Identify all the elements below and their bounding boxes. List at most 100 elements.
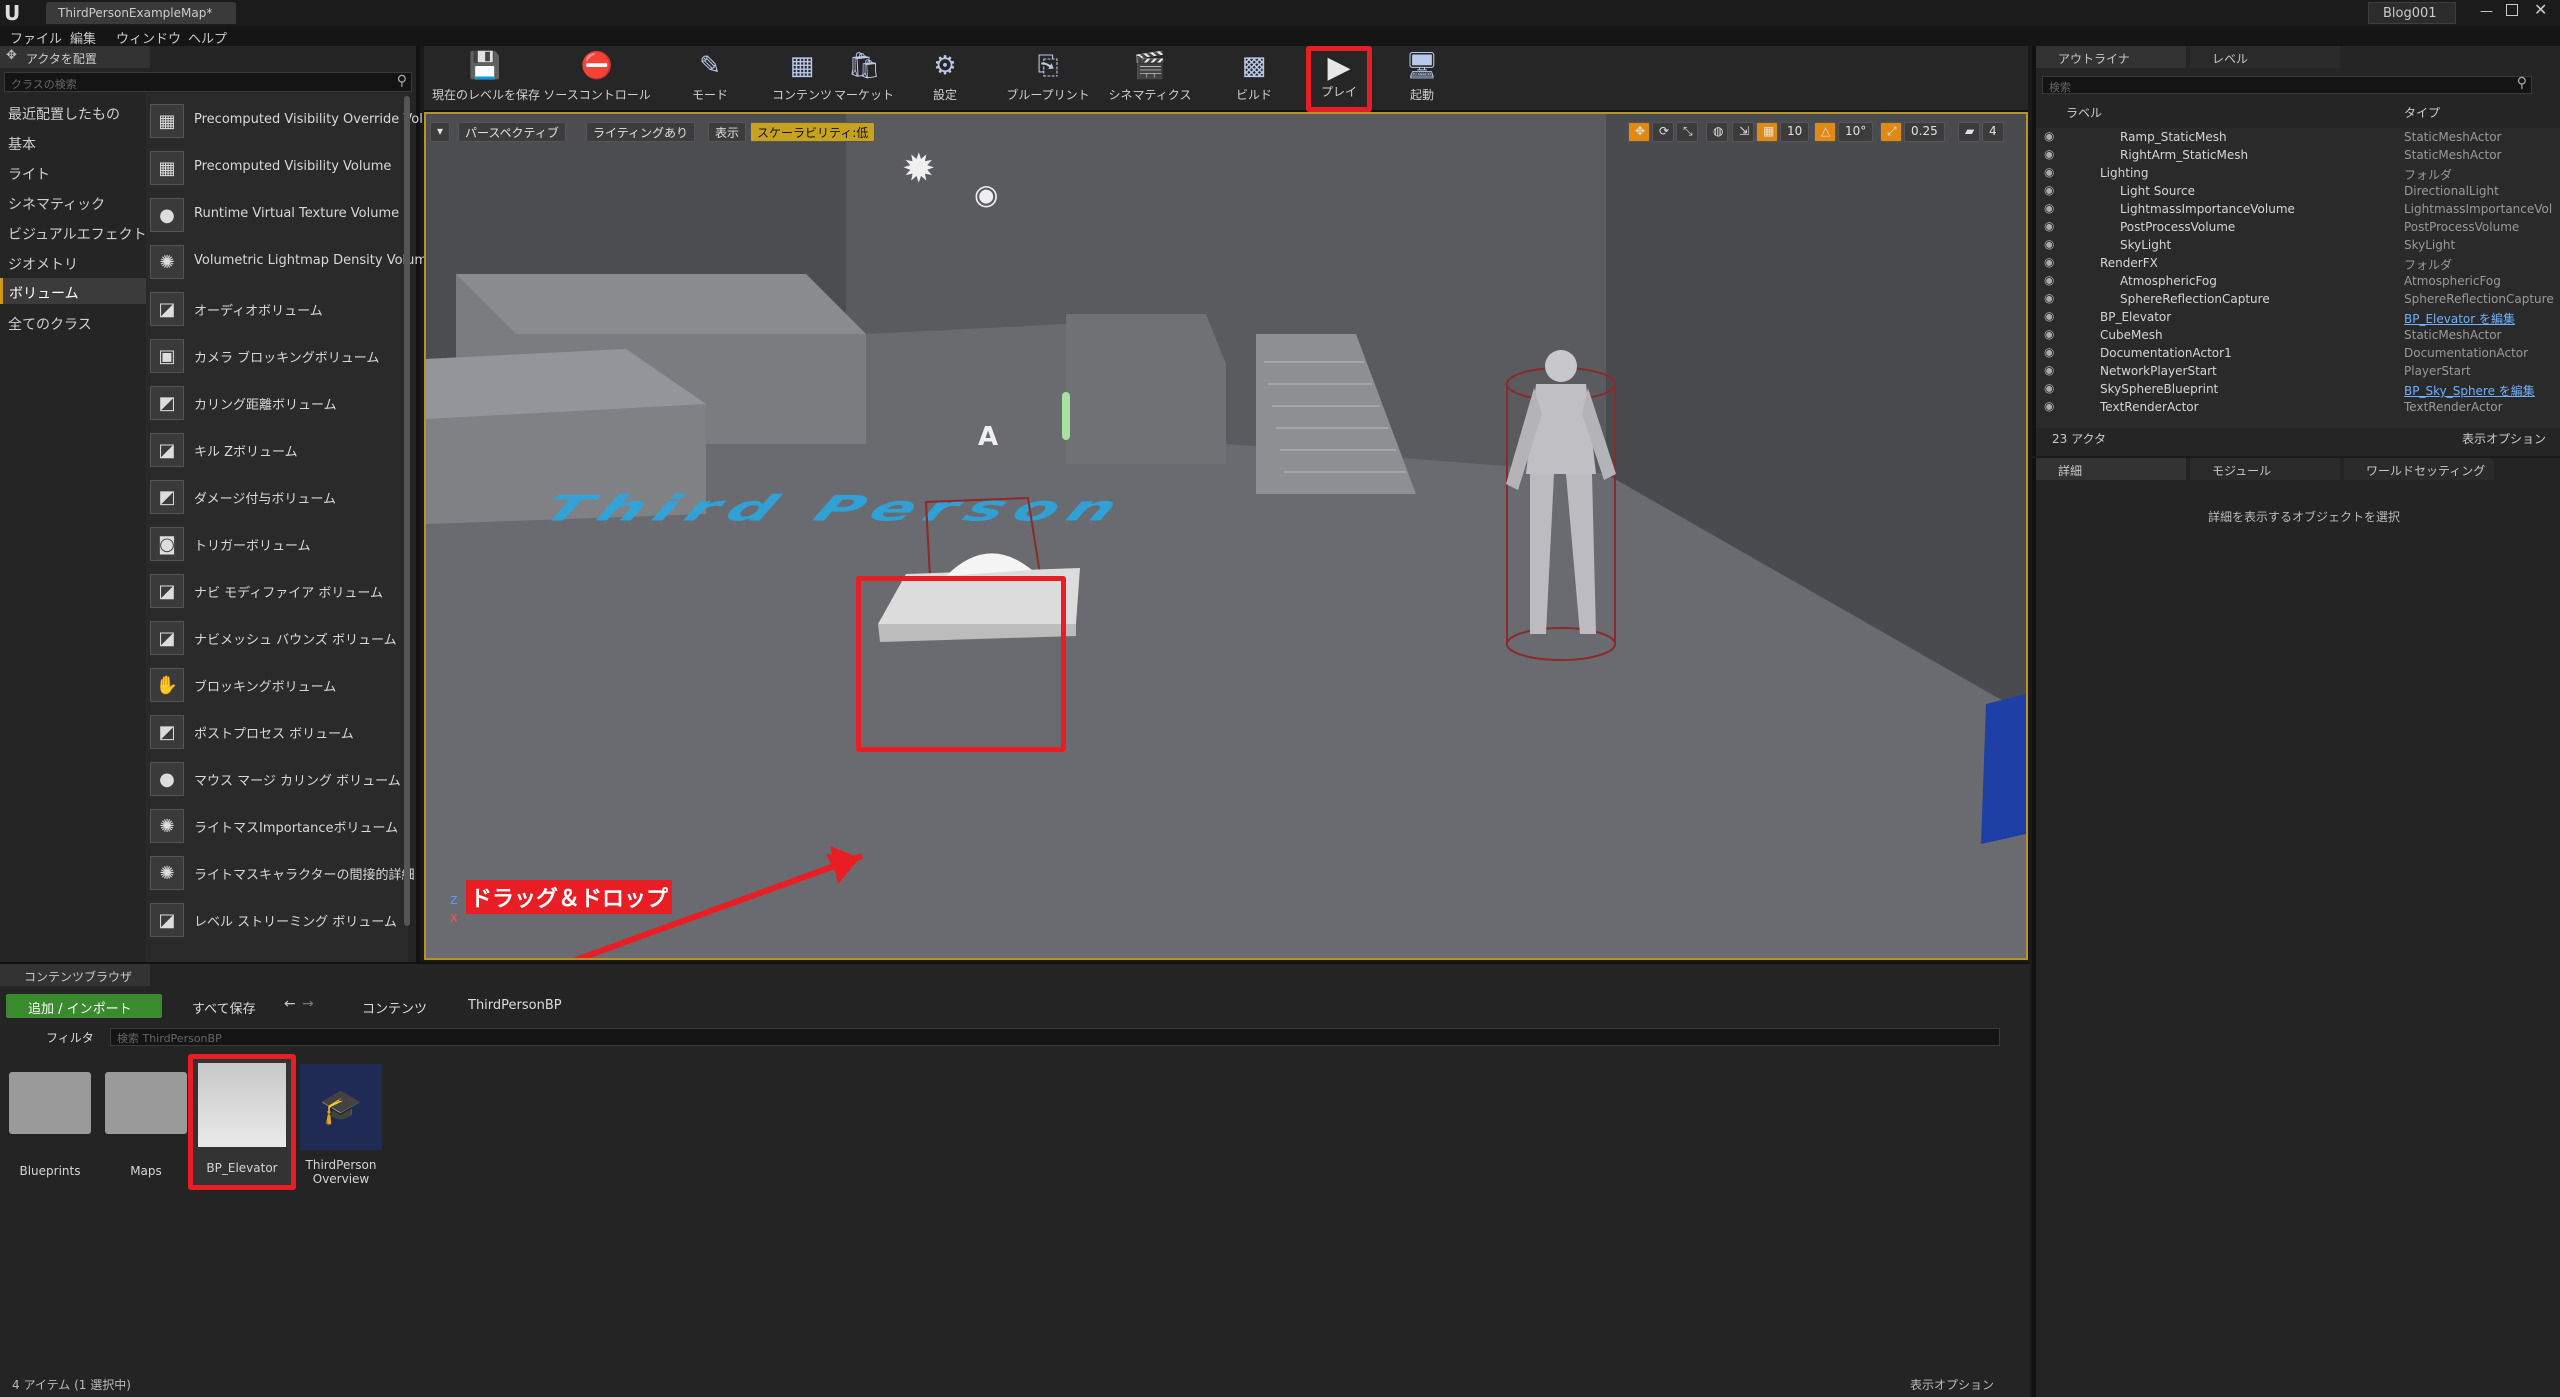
outliner-row[interactable]: ◉ RightArm_StaticMesh StaticMeshActor xyxy=(2036,146,2560,164)
list-item[interactable]: ● マウス マージ カリング ボリューム xyxy=(150,756,401,802)
scale-snap-value[interactable]: 0.25 xyxy=(1904,122,1945,142)
camera-speed-value[interactable]: 4 xyxy=(1982,122,2004,142)
viewport-menu-button[interactable]: ▾ xyxy=(430,122,450,142)
visibility-eye-icon[interactable]: ◉ xyxy=(2044,327,2054,341)
path-root[interactable]: コンテンツ xyxy=(362,998,427,1017)
visibility-eye-icon[interactable]: ◉ xyxy=(2044,345,2054,359)
scalability-warning[interactable]: スケーラビリティ:低 xyxy=(750,122,876,142)
category-visual-effects[interactable]: ビジュアルエフェクト xyxy=(8,224,147,244)
perspective-button[interactable]: パースペクティブ xyxy=(458,122,566,142)
visibility-eye-icon[interactable]: ◉ xyxy=(2044,381,2054,395)
visibility-eye-icon[interactable]: ◉ xyxy=(2044,129,2054,143)
list-item[interactable]: ◩ ポストプロセス ボリューム xyxy=(150,709,400,755)
outliner-row[interactable]: ◉ SphereReflectionCapture SphereReflection… xyxy=(2036,290,2560,308)
category-lights[interactable]: ライト xyxy=(8,164,50,184)
visibility-eye-icon[interactable]: ◉ xyxy=(2044,273,2054,287)
outliner-row[interactable]: ◉ Light Source DirectionalLight xyxy=(2036,182,2560,200)
outliner-view-options[interactable]: 表示オプション xyxy=(2462,430,2546,447)
outliner-tab[interactable]: アウトライナ xyxy=(2036,46,2186,68)
world-settings-tab[interactable]: ワールドセッティング xyxy=(2344,458,2494,480)
class-search-input[interactable]: クラスの検索 ⚲ xyxy=(4,72,412,92)
list-item[interactable]: ▣ カメラ ブロッキングボリューム xyxy=(150,333,400,379)
modes-tab[interactable]: モジュール xyxy=(2190,458,2340,480)
outliner-row[interactable]: ◉ NetworkPlayerStart PlayerStart xyxy=(2036,362,2560,380)
maximize-button[interactable] xyxy=(2506,4,2518,16)
minimize-button[interactable]: — xyxy=(2480,4,2494,19)
list-item[interactable]: ▦ Precomputed Visibility Override Vol xyxy=(150,98,423,144)
launch-button[interactable]: 🖥 起動 xyxy=(1392,50,1452,108)
grid-snap-value[interactable]: 10 xyxy=(1780,122,1810,142)
build-button[interactable]: ▩ ビルド xyxy=(1224,50,1284,108)
visibility-eye-icon[interactable]: ◉ xyxy=(2044,255,2054,269)
category-basic[interactable]: 基本 xyxy=(8,134,36,154)
rotate-tool-icon[interactable]: ⟳ xyxy=(1652,122,1674,142)
play-button[interactable]: ▶ プレイ xyxy=(1306,46,1372,112)
lighting-button[interactable]: ライティングあり xyxy=(586,122,696,142)
list-item[interactable]: ● Runtime Virtual Texture Volume xyxy=(150,192,400,238)
asset-blueprints-folder[interactable]: Blueprints xyxy=(8,1060,92,1190)
col-label-header[interactable]: ラベル xyxy=(2066,104,2102,121)
outliner-row[interactable]: ◉ RenderFX フォルダ xyxy=(2036,254,2560,272)
list-item[interactable]: ◪ ナビ モディファイア ボリューム xyxy=(150,568,400,614)
content-search-input[interactable]: 検索 ThirdPersonBP xyxy=(110,1028,2000,1046)
outliner-row[interactable]: ◉ Ramp_StaticMesh StaticMeshActor xyxy=(2036,128,2560,146)
visibility-eye-icon[interactable]: ◉ xyxy=(2044,165,2054,179)
list-item[interactable]: ✺ ライトマスキャラクターの間接的詳細 xyxy=(150,850,414,896)
menu-edit[interactable]: 編集 xyxy=(70,28,96,47)
level-viewport[interactable]: Third Person ✹ ◉ A ドラッグ＆ドロップ Z X ▾ パースペク… xyxy=(424,112,2028,960)
outliner-row[interactable]: ◉ Lighting フォルダ xyxy=(2036,164,2560,182)
forward-arrow-icon[interactable]: → xyxy=(302,996,314,1012)
list-item[interactable]: ◩ ダメージ付与ボリューム xyxy=(150,474,400,520)
outliner-row-type[interactable]: BP_Sky_Sphere を編集 xyxy=(2404,382,2535,399)
asset-maps-folder[interactable]: Maps xyxy=(104,1060,188,1190)
category-all-classes[interactable]: 全てのクラス xyxy=(8,314,92,334)
outliner-row[interactable]: ◉ CubeMesh StaticMeshActor xyxy=(2036,326,2560,344)
save-all-button[interactable]: すべて保存 xyxy=(170,994,266,1018)
content-view-options[interactable]: 表示オプション xyxy=(1910,1376,1994,1393)
outliner-row[interactable]: ◉ SkyLight SkyLight xyxy=(2036,236,2560,254)
list-scrollbar[interactable] xyxy=(404,96,410,926)
rotation-snap-value[interactable]: 10° xyxy=(1838,122,1874,142)
levels-tab[interactable]: レベル xyxy=(2190,46,2340,68)
menu-window[interactable]: ウィンドウ xyxy=(116,28,181,47)
level-tab[interactable]: ThirdPersonExampleMap* xyxy=(46,2,236,24)
source-control-button[interactable]: ⛔ ソースコントロール xyxy=(542,50,652,108)
list-item[interactable]: ◪ キル Zボリューム xyxy=(150,427,400,473)
menu-help[interactable]: ヘルプ xyxy=(188,28,227,47)
list-item[interactable]: ✺ Volumetric Lightmap Density Volum xyxy=(150,239,427,285)
visibility-eye-icon[interactable]: ◉ xyxy=(2044,237,2054,251)
outliner-row[interactable]: ◉ PostProcessVolume PostProcessVolume xyxy=(2036,218,2560,236)
list-item[interactable]: ▦ Precomputed Visibility Volume xyxy=(150,145,400,191)
visibility-eye-icon[interactable]: ◉ xyxy=(2044,309,2054,323)
menu-file[interactable]: ファイル xyxy=(10,28,62,47)
list-item[interactable]: ✋ ブロッキングボリューム xyxy=(150,662,400,708)
back-arrow-icon[interactable]: ← xyxy=(284,996,296,1012)
outliner-row[interactable]: ◉ DocumentationActor1 DocumentationActor xyxy=(2036,344,2560,362)
details-tab[interactable]: 詳細 xyxy=(2036,458,2186,480)
list-item[interactable]: ◙ トリガーボリューム xyxy=(150,521,400,567)
category-geometry[interactable]: ジオメトリ xyxy=(8,254,78,274)
outliner-row[interactable]: ◉ AtmosphericFog AtmosphericFog xyxy=(2036,272,2560,290)
grid-snap-icon[interactable]: ▦ xyxy=(1756,122,1778,142)
scale-snap-icon[interactable]: ⤢ xyxy=(1880,122,1902,142)
col-type-header[interactable]: タイプ xyxy=(2404,104,2440,121)
content-button[interactable]: ▦ コンテンツ xyxy=(772,50,832,108)
cinematics-button[interactable]: 🎬 シネマティクス xyxy=(1102,50,1198,108)
rotation-snap-icon[interactable]: △ xyxy=(1814,122,1836,142)
add-import-button[interactable]: 追加 / インポート xyxy=(6,994,162,1018)
visibility-eye-icon[interactable]: ◉ xyxy=(2044,399,2054,413)
asset-thirdperson-overview[interactable]: 🎓 ThirdPerson Overview xyxy=(298,1060,384,1190)
list-item[interactable]: ◩ カリング距離ボリューム xyxy=(150,380,400,426)
scale-tool-icon[interactable]: ⤡ xyxy=(1676,122,1698,142)
outliner-row[interactable]: ◉ TextRenderActor TextRenderActor xyxy=(2036,398,2560,416)
list-item[interactable]: ◪ オーディオボリューム xyxy=(150,286,400,332)
outliner-row-type[interactable]: BP_Elevator を編集 xyxy=(2404,310,2515,327)
asset-bp-elevator[interactable]: BP_Elevator xyxy=(188,1054,296,1190)
path-folder[interactable]: ThirdPersonBP xyxy=(468,998,562,1013)
category-volumes-selected[interactable]: ボリューム xyxy=(0,278,146,304)
modes-button[interactable]: ✎ モード xyxy=(682,50,738,108)
list-item[interactable]: ◪ レベル ストリーミング ボリューム xyxy=(150,897,400,943)
marketplace-button[interactable]: 🛍 マーケット xyxy=(834,50,894,108)
translate-tool-icon[interactable]: ✥ xyxy=(1628,122,1650,142)
world-local-icon[interactable]: ◍ xyxy=(1706,122,1728,142)
